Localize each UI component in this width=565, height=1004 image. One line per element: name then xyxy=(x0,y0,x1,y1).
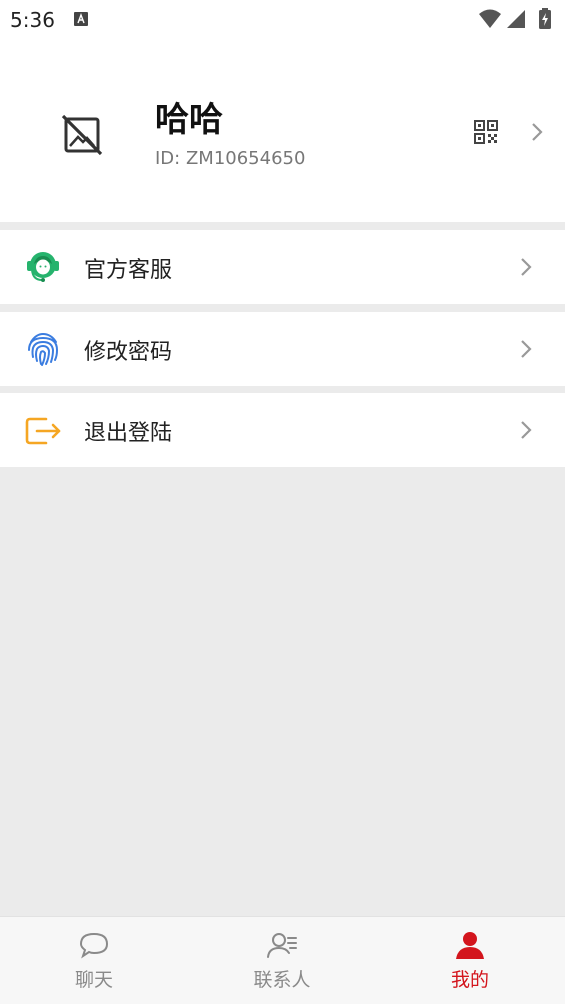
keyboard-notification-icon xyxy=(74,12,88,26)
cellular-signal-icon xyxy=(507,10,525,28)
person-icon xyxy=(456,932,484,959)
tab-chat[interactable]: 聊天 xyxy=(0,917,188,1004)
battery-icon xyxy=(539,8,551,29)
menu-label-logout: 退出登陆 xyxy=(84,421,173,446)
system-status-icons xyxy=(479,8,551,29)
chevron-right-icon xyxy=(521,421,532,439)
profile-card[interactable]: 哈哈 ID: ZM10654650 xyxy=(0,40,565,222)
menu-label-change-password: 修改密码 xyxy=(84,340,173,365)
tab-label-chat: 聊天 xyxy=(74,969,113,991)
tab-contacts[interactable]: 联系人 xyxy=(188,917,376,1004)
profile-id: ID: ZM10654650 xyxy=(155,148,306,169)
status-time: 5:36 xyxy=(10,8,55,32)
menu-item-logout[interactable]: 退出登陆 xyxy=(0,393,565,467)
tab-label-me: 我的 xyxy=(450,969,489,991)
fingerprint-icon xyxy=(28,332,59,366)
chevron-right-icon xyxy=(521,340,532,358)
chevron-right-icon[interactable] xyxy=(530,121,544,143)
no-image-avatar-icon[interactable] xyxy=(60,113,104,157)
logout-icon xyxy=(25,417,61,445)
qr-code-icon[interactable] xyxy=(474,120,498,144)
profile-name: 哈哈 xyxy=(155,100,223,140)
menu-label-customer-service: 官方客服 xyxy=(84,258,173,283)
bottom-tab-bar: 聊天 联系人 我的 xyxy=(0,916,565,1004)
tab-label-contacts: 联系人 xyxy=(253,969,311,991)
contacts-icon xyxy=(267,933,297,958)
wifi-icon xyxy=(479,9,501,28)
chat-bubble-icon xyxy=(79,932,109,959)
menu-item-change-password[interactable]: 修改密码 xyxy=(0,312,565,386)
menu-item-customer-service[interactable]: 官方客服 xyxy=(0,230,565,304)
customer-service-icon xyxy=(27,252,59,282)
tab-me[interactable]: 我的 xyxy=(376,917,564,1004)
status-bar: 5:36 xyxy=(0,0,565,40)
chevron-right-icon xyxy=(521,258,532,276)
